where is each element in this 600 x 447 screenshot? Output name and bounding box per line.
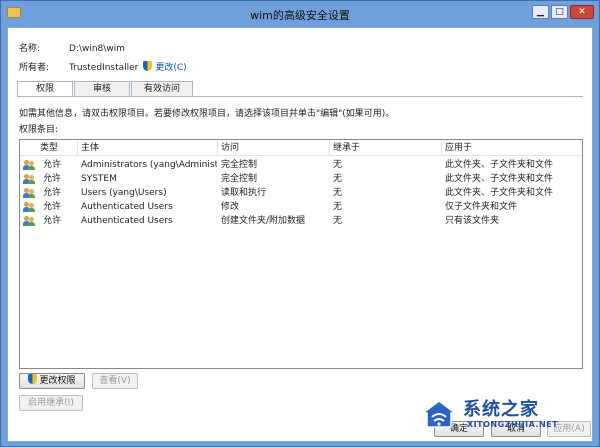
dialog-body: 名称: D:\win8\wim 所有者: TrustedInstaller 更改(C)…: [7, 27, 593, 442]
table-row[interactable]: 允许 Administrators (yang\Administra... 完全…: [20, 158, 582, 172]
close-button[interactable]: ✕: [570, 5, 594, 19]
owner-value: TrustedInstaller: [69, 63, 139, 73]
user-group-icon: [23, 174, 35, 184]
permission-entries-label: 权限条目:: [19, 125, 59, 135]
cell-type: 允许: [43, 160, 62, 170]
watermark: 系统之家 XITONGZHIJIA.NET: [419, 393, 595, 437]
cell-access: 读取和执行: [221, 188, 267, 198]
cell-access: 完全控制: [221, 174, 258, 184]
watermark-url: XITONGZHIJIA.NET: [467, 420, 559, 429]
cell-type: 允许: [43, 216, 62, 226]
name-label: 名称:: [19, 44, 41, 54]
column-access[interactable]: 访问: [218, 140, 330, 156]
cell-applies: 只有该文件夹: [445, 216, 500, 226]
user-group-icon: [23, 216, 35, 226]
cell-inherited: 无: [333, 160, 343, 170]
enable-inheritance-button[interactable]: 启用继承(I): [19, 395, 83, 411]
maximize-button[interactable]: □: [551, 5, 568, 19]
name-value: D:\win8\wim: [69, 44, 125, 54]
table-row[interactable]: 允许 Users (yang\Users) 读取和执行 无 此文件夹、子文件夹和…: [20, 186, 582, 200]
cell-access: 修改: [221, 202, 240, 212]
column-principal[interactable]: 主体: [78, 140, 218, 156]
owner-label: 所有者:: [19, 63, 50, 73]
user-group-icon: [23, 188, 35, 198]
cell-type: 允许: [43, 174, 62, 184]
cell-access: 创建文件夹/附加数据: [221, 216, 306, 226]
security-settings-window: wim的高级安全设置 ▁ □ ✕ 名称: D:\win8\wim 所有者: Trus…: [0, 0, 600, 447]
cell-type: 允许: [43, 202, 62, 212]
tab-auditing[interactable]: 审核: [74, 81, 130, 96]
column-type[interactable]: 类型: [20, 140, 78, 156]
window-title: wim的高级安全设置: [250, 9, 350, 22]
cell-applies: 仅子文件夹和文件: [445, 202, 518, 212]
tab-divider: [17, 96, 583, 97]
name-row: 名称: D:\win8\wim: [19, 41, 125, 54]
tab-permissions[interactable]: 权限: [17, 81, 73, 97]
cell-applies: 此文件夹、子文件夹和文件: [445, 160, 554, 170]
change-permissions-label: 更改权限: [39, 376, 76, 386]
user-group-icon: [23, 160, 35, 170]
title-bar[interactable]: wim的高级安全设置 ▁ □ ✕: [1, 1, 599, 27]
hint-text: 如需其他信息，请双击权限项目。若要修改权限项目，请选择该项目并单击"编辑"(如果…: [19, 109, 395, 119]
uac-shield-icon: [143, 61, 153, 71]
cell-principal: Authenticated Users: [81, 216, 173, 226]
cell-applies: 此文件夹、子文件夹和文件: [445, 188, 554, 198]
uac-shield-icon: [28, 374, 38, 384]
cell-type: 允许: [43, 188, 62, 198]
view-button[interactable]: 查看(V): [92, 373, 138, 389]
house-logo-icon: [420, 400, 458, 428]
list-header: 类型 主体 访问 继承于 应用于: [20, 140, 582, 156]
cell-inherited: 无: [333, 216, 343, 226]
table-row[interactable]: 允许 Authenticated Users 创建文件夹/附加数据 无 只有该文…: [20, 214, 582, 228]
cell-inherited: 无: [333, 202, 343, 212]
permission-entries-list[interactable]: 类型 主体 访问 继承于 应用于 允许 Administrators (yang…: [19, 139, 583, 369]
cell-principal: Administrators (yang\Administra...: [81, 160, 217, 170]
cell-principal: Authenticated Users: [81, 202, 173, 212]
cell-access: 完全控制: [221, 160, 258, 170]
column-applies-to[interactable]: 应用于: [442, 140, 582, 156]
table-row[interactable]: 允许 Authenticated Users 修改 无 仅子文件夹和文件: [20, 200, 582, 214]
user-group-icon: [23, 202, 35, 212]
change-owner-link[interactable]: 更改(C): [155, 63, 186, 73]
owner-row: 所有者: TrustedInstaller 更改(C): [19, 60, 187, 73]
cell-inherited: 无: [333, 188, 343, 198]
cell-principal: Users (yang\Users): [81, 188, 167, 198]
table-row[interactable]: 允许 SYSTEM 完全控制 无 此文件夹、子文件夹和文件: [20, 172, 582, 186]
minimize-button[interactable]: ▁: [532, 5, 549, 19]
cell-principal: SYSTEM: [81, 174, 117, 184]
watermark-title: 系统之家: [463, 399, 539, 420]
cell-inherited: 无: [333, 174, 343, 184]
change-permissions-button[interactable]: 更改权限: [19, 373, 85, 389]
column-inherited-from[interactable]: 继承于: [330, 140, 442, 156]
tab-effective-access[interactable]: 有效访问: [131, 81, 193, 96]
cell-applies: 此文件夹、子文件夹和文件: [445, 174, 554, 184]
